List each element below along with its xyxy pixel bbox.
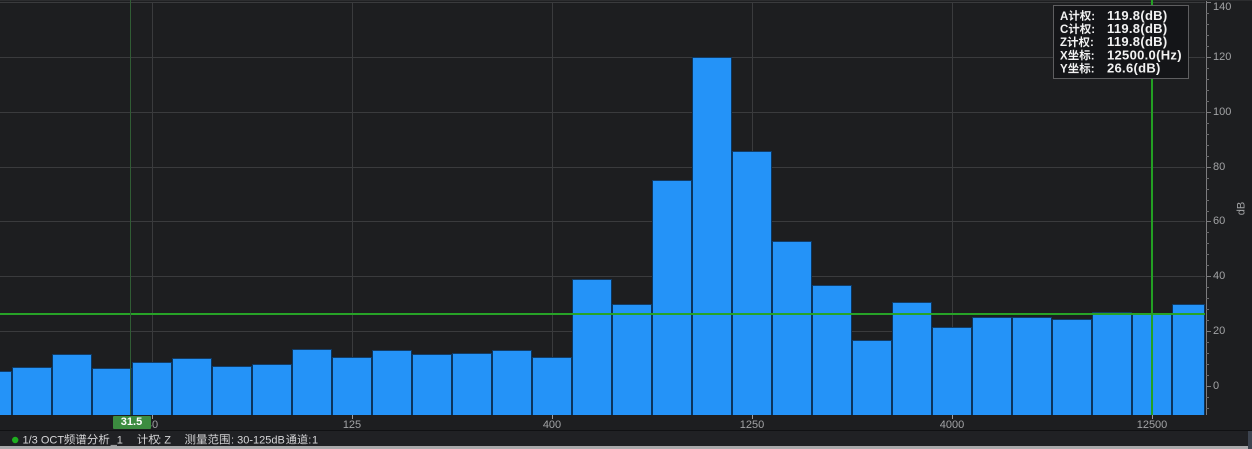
svg-text::: : (1090, 37, 1094, 49)
svg-text:X: X (1060, 50, 1068, 62)
svg-text::: : (1091, 64, 1095, 76)
svg-text::: : (1091, 24, 1095, 36)
svg-text::: : (1091, 11, 1095, 23)
svg-text::: : (308, 435, 311, 447)
svg-text:C: C (1060, 24, 1068, 36)
svg-text:A: A (1060, 11, 1068, 23)
svg-text:1: 1 (312, 435, 318, 447)
svg-text:26.6(dB): 26.6(dB) (1107, 61, 1161, 76)
svg-text:Y: Y (1060, 64, 1068, 76)
svg-text:1/3 OCT: 1/3 OCT (23, 435, 65, 447)
svg-text:: 30-125dB: : 30-125dB (231, 435, 285, 447)
svg-text:Z: Z (1060, 37, 1067, 49)
svg-text:: Z: : Z (158, 435, 171, 447)
svg-text::: : (1091, 50, 1095, 62)
svg-text:_1: _1 (110, 435, 123, 447)
